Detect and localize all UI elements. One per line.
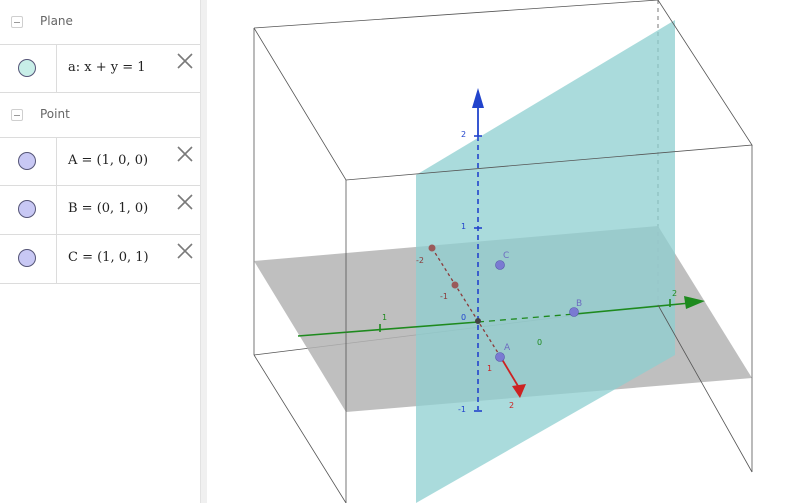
algebra-item-point-a[interactable]: A = (1, 0, 0) [0, 137, 200, 186]
visibility-marble-icon[interactable] [18, 249, 36, 267]
close-icon[interactable] [176, 242, 194, 260]
y-tick-label: 0 [537, 338, 542, 347]
point-label-c: C [503, 251, 509, 261]
point-label-b: B [576, 299, 582, 309]
z-tick-label: 2 [461, 130, 466, 139]
group-label-point: Point [40, 107, 70, 121]
marble-cell [0, 138, 57, 185]
visibility-marble-icon[interactable] [18, 200, 36, 218]
x-tick-label: 2 [509, 401, 514, 410]
point-label-a: A [504, 343, 511, 353]
close-icon[interactable] [176, 193, 194, 211]
x-tick-label: 1 [487, 364, 492, 373]
y-tick-label: 2 [672, 289, 677, 298]
z-tick-label: 1 [461, 222, 466, 231]
algebra-item-text[interactable]: a: x + y = 1 [68, 60, 146, 75]
close-icon[interactable] [176, 145, 194, 163]
close-icon[interactable] [176, 52, 194, 70]
algebra-item-point-b[interactable]: B = (0, 1, 0) [0, 186, 200, 235]
marble-cell [0, 45, 57, 92]
algebra-item-plane-a[interactable]: a: x + y = 1 [0, 44, 200, 93]
algebra-item-point-c[interactable]: C = (1, 0, 1) [0, 235, 200, 284]
marble-cell [0, 186, 57, 234]
plane-a[interactable] [416, 20, 675, 503]
group-label-plane: Plane [40, 14, 73, 28]
collapse-icon[interactable] [11, 109, 23, 121]
algebra-item-text[interactable]: A = (1, 0, 0) [68, 153, 148, 168]
marble-cell [0, 235, 57, 283]
z-tick-label: -1 [458, 405, 466, 414]
x-tick-label: -1 [440, 292, 448, 301]
x-tick-label: -2 [416, 256, 424, 265]
algebra-view: Plane a: x + y = 1 Point A = (1, 0, 0) B… [0, 0, 200, 503]
group-header-point[interactable]: Point [0, 93, 200, 137]
scene-3d[interactable]: A B C -2 -1 1 2 1 0 2 2 1 0 -1 [207, 0, 800, 503]
view-divider[interactable] [200, 0, 207, 503]
graphics-3d-view[interactable]: A B C -2 -1 1 2 1 0 2 2 1 0 -1 [207, 0, 800, 503]
group-header-plane[interactable]: Plane [0, 0, 200, 44]
visibility-marble-icon[interactable] [18, 59, 36, 77]
algebra-item-text[interactable]: B = (0, 1, 0) [68, 201, 148, 216]
collapse-icon[interactable] [11, 16, 23, 28]
visibility-marble-icon[interactable] [18, 152, 36, 170]
y-tick-label: 1 [382, 313, 387, 322]
z-axis-arrow-icon [472, 88, 484, 108]
z-tick-label: 0 [461, 313, 466, 322]
algebra-item-text[interactable]: C = (1, 0, 1) [68, 250, 149, 265]
